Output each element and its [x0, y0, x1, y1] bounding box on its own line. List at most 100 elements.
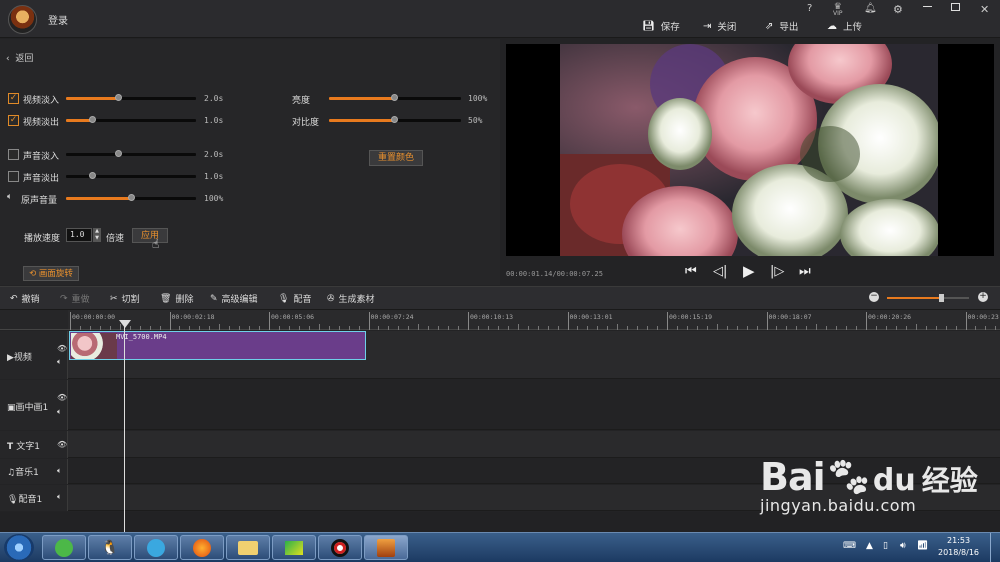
ruler-minor-tick	[358, 326, 360, 330]
ruler-minor-tick	[378, 326, 380, 330]
slider-knob[interactable]	[115, 150, 122, 157]
slider-knob[interactable]	[89, 172, 96, 179]
timeline-toolbar	[0, 286, 1000, 310]
audio-fade-out-checkbox[interactable]	[8, 171, 19, 182]
ruler-minor-tick	[219, 324, 221, 330]
redo-icon: ↷	[60, 293, 68, 304]
taskbar-clock[interactable]: 21:53 2018/8/16	[938, 535, 979, 559]
zoom-slider[interactable]	[887, 297, 969, 299]
cut-button[interactable]: ✂ 切割	[110, 292, 140, 306]
slider-knob[interactable]	[391, 116, 398, 123]
taskbar-firefox-icon[interactable]	[180, 535, 224, 560]
upload-button[interactable]: ☁ 上传	[827, 19, 862, 34]
skip-to-start-icon[interactable]: ⏮	[685, 264, 697, 279]
tray-volume-icon[interactable]: 🔊︎	[900, 541, 906, 551]
playhead[interactable]	[124, 320, 125, 532]
generate-material-button[interactable]: ✇ 生成素材	[327, 292, 375, 306]
back-button[interactable]: ‹ 返回	[6, 51, 33, 64]
taskbar-editor-icon[interactable]	[364, 535, 408, 560]
speed-stepper[interactable]: ▲ ▼	[93, 228, 101, 242]
zoom-in-icon[interactable]: +	[978, 292, 988, 302]
clock-time: 21:53	[946, 536, 971, 545]
export-button[interactable]: ⇗ 导出	[765, 19, 798, 34]
video-fade-out-checkbox[interactable]: ✓	[8, 115, 19, 126]
avatar[interactable]	[8, 5, 37, 34]
ruler-tick-label: 00:00:00:00	[72, 313, 116, 321]
tray-keyboard-icon[interactable]: ⌨	[843, 541, 856, 551]
reset-color-button[interactable]: 重置颜色	[369, 150, 423, 166]
skip-to-end-icon[interactable]: ⏭	[799, 264, 811, 279]
taskbar-folder-icon[interactable]	[226, 535, 270, 560]
eye-icon[interactable]: 👁︎	[57, 440, 67, 449]
play-icon[interactable]: ▶	[743, 262, 755, 280]
ruler-minor-tick	[487, 326, 489, 330]
eye-icon[interactable]: 👁︎	[57, 344, 67, 353]
next-frame-icon[interactable]: |▷	[770, 264, 784, 279]
save-button[interactable]: 💾︎ 保存	[642, 19, 680, 34]
tray-show-hidden-icon[interactable]: ▲	[866, 541, 873, 551]
dub-button[interactable]: 🎙︎ 配音	[278, 292, 311, 306]
volume-icon[interactable]: 🔈︎	[57, 492, 62, 502]
taskbar-qq-icon[interactable]: 🐧	[88, 535, 132, 560]
vip-icon[interactable]: ♛ VIP	[833, 2, 843, 17]
zoom-out-icon[interactable]: −	[869, 292, 879, 302]
eye-icon[interactable]: 👁︎	[57, 393, 67, 402]
gear-icon[interactable]: ⚙	[893, 3, 903, 16]
zoom-slider-knob[interactable]	[939, 294, 944, 302]
taskbar-record-icon[interactable]	[318, 535, 362, 560]
close-project-button[interactable]: ⇥ 关闭	[703, 19, 736, 34]
redo-button[interactable]: ↷ 重做	[60, 292, 90, 306]
restore-icon[interactable]	[951, 3, 960, 11]
ruler-minor-tick	[288, 326, 290, 330]
slider-fill	[329, 97, 395, 100]
slider-knob[interactable]	[89, 116, 96, 123]
taskbar-app-green-icon[interactable]	[42, 535, 86, 560]
video-fade-in-slider[interactable]	[66, 97, 196, 100]
ruler-minor-tick	[856, 326, 858, 330]
slider-knob[interactable]	[391, 94, 398, 101]
previous-frame-icon[interactable]: ◁|	[713, 264, 727, 279]
start-button[interactable]	[4, 534, 34, 561]
video-fade-out-slider[interactable]	[66, 119, 196, 122]
pip-track[interactable]	[0, 380, 1000, 430]
advanced-edit-label: 高级编辑	[221, 295, 258, 305]
audio-fade-in-checkbox[interactable]	[8, 149, 19, 160]
music-track-name: 音乐1	[15, 468, 39, 478]
undo-button[interactable]: ↶ 撤销	[10, 292, 40, 306]
bell-icon[interactable]: 🔔︎	[864, 3, 877, 14]
slider-knob[interactable]	[115, 94, 122, 101]
tray-network-icon[interactable]: 📶︎	[917, 541, 928, 551]
video-clip[interactable]	[69, 331, 366, 360]
apply-button[interactable]: 应用	[132, 228, 168, 243]
cut-label: 切割	[121, 295, 140, 305]
close-icon[interactable]: ✕	[980, 3, 989, 16]
help-icon[interactable]: ?	[807, 3, 812, 14]
audio-fade-in-slider[interactable]	[66, 153, 196, 156]
taskbar-film-icon[interactable]	[134, 535, 178, 560]
show-desktop-button[interactable]	[990, 533, 1000, 562]
advanced-edit-button[interactable]: ✎ 高级编辑	[210, 292, 258, 306]
dub-track-name: 配音1	[18, 495, 43, 505]
slider-knob[interactable]	[128, 194, 135, 201]
login-link[interactable]: 登录	[48, 12, 68, 27]
delete-button[interactable]: 🗑︎ 删除	[160, 292, 193, 306]
contrast-label: 对比度	[292, 118, 320, 128]
slider-fill	[66, 97, 118, 100]
clip-thumbnail	[71, 333, 117, 359]
ruler-tick-label: 00:00:10:13	[470, 313, 514, 321]
volume-icon[interactable]: 🔈︎	[57, 407, 62, 417]
settings-panel	[0, 39, 500, 285]
text-track[interactable]	[0, 431, 1000, 458]
tray-device-icon[interactable]: ▯	[883, 541, 888, 551]
ruler-minor-tick	[428, 326, 430, 330]
audio-fade-out-slider[interactable]	[66, 175, 196, 178]
speed-input[interactable]: 1.0	[66, 228, 92, 242]
ruler-minor-tick	[746, 326, 748, 330]
volume-icon[interactable]: 🔈︎	[57, 466, 62, 476]
volume-icon[interactable]: 🔈︎	[57, 357, 62, 367]
taskbar-app-icon[interactable]	[272, 535, 316, 560]
video-fade-in-checkbox[interactable]: ✓	[8, 93, 19, 104]
ruler-minor-tick	[736, 326, 738, 330]
minimize-icon[interactable]	[923, 6, 932, 7]
rotate-button[interactable]: ⟲ 画面旋转	[23, 266, 79, 281]
